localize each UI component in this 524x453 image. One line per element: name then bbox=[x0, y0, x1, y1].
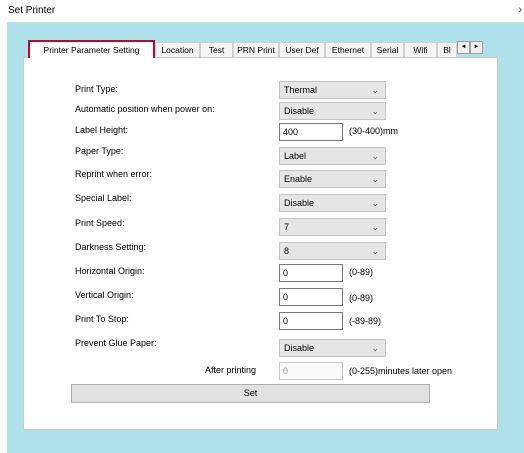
chevron-down-icon: ⌄ bbox=[371, 85, 379, 95]
vertical-origin-label: Vertical Origin: bbox=[75, 290, 134, 300]
chevron-down-icon: ⌄ bbox=[371, 222, 379, 232]
print-speed-label: Print Speed: bbox=[75, 218, 125, 228]
special-label-select[interactable]: Disable ⌄ bbox=[279, 194, 386, 212]
print-to-stop-range: (-89-89) bbox=[349, 316, 382, 326]
label-height-range: (30-400)mm bbox=[349, 126, 399, 136]
special-label-label: Special Label: bbox=[75, 193, 132, 203]
prevent-glue-select[interactable]: Disable ⌄ bbox=[279, 339, 386, 357]
window-title: Set Printer bbox=[8, 5, 56, 16]
vertical-origin-input[interactable]: 0 bbox=[279, 288, 343, 306]
tab-scroll-arrows: ◄ ► bbox=[457, 41, 483, 54]
close-icon[interactable]: › bbox=[518, 4, 522, 16]
darkness-select[interactable]: 8 ⌄ bbox=[279, 242, 386, 260]
auto-position-value: Disable bbox=[284, 106, 315, 116]
after-printing-range: (0-255)minutes later open bbox=[349, 366, 453, 376]
label-height-label: Label Height: bbox=[75, 125, 129, 135]
title-bar: Set Printer › bbox=[0, 0, 524, 22]
chevron-down-icon: ⌄ bbox=[371, 174, 379, 184]
chevron-down-icon: ⌄ bbox=[371, 151, 379, 161]
tab-strip: Printer Parameter Setting Location Test … bbox=[28, 40, 498, 58]
chevron-down-icon: ⌄ bbox=[371, 246, 379, 256]
print-type-label: Print Type: bbox=[75, 84, 118, 94]
print-to-stop-input[interactable]: 0 bbox=[279, 312, 343, 330]
prevent-glue-label: Prevent Glue Paper: bbox=[75, 338, 157, 348]
tab-prn-print[interactable]: PRN Print bbox=[233, 42, 279, 57]
tab-test[interactable]: Test bbox=[200, 42, 233, 57]
tab-serial[interactable]: Serial bbox=[371, 42, 404, 57]
tab-scroll-left-icon[interactable]: ◄ bbox=[457, 41, 470, 54]
after-printing-label: After printing bbox=[205, 365, 257, 375]
paper-type-value: Label bbox=[284, 151, 307, 161]
prevent-glue-value: Disable bbox=[284, 343, 315, 353]
chevron-down-icon: ⌄ bbox=[371, 343, 379, 353]
reprint-error-label: Reprint when error: bbox=[75, 169, 153, 179]
after-printing-input[interactable]: 0 bbox=[279, 362, 343, 380]
reprint-error-select[interactable]: Enable ⌄ bbox=[279, 170, 386, 188]
chevron-down-icon: ⌄ bbox=[371, 106, 379, 116]
tab-ethernet[interactable]: Ethernet bbox=[325, 42, 371, 57]
tab-bluetooth[interactable]: Bl bbox=[437, 42, 457, 57]
tab-scroll-right-icon[interactable]: ► bbox=[470, 41, 483, 54]
horizontal-origin-label: Horizontal Origin: bbox=[75, 266, 145, 276]
label-height-input[interactable]: 400 bbox=[279, 123, 343, 141]
paper-type-select[interactable]: Label ⌄ bbox=[279, 147, 386, 165]
print-speed-select[interactable]: 7 ⌄ bbox=[279, 218, 386, 236]
tab-user-def[interactable]: User Def bbox=[279, 42, 325, 57]
auto-position-select[interactable]: Disable ⌄ bbox=[279, 102, 386, 120]
auto-position-label: Automatic position when power on: bbox=[75, 104, 215, 114]
tab-printer-parameter-setting[interactable]: Printer Parameter Setting bbox=[28, 40, 155, 58]
tab-location[interactable]: Location bbox=[155, 42, 200, 57]
chevron-down-icon: ⌄ bbox=[371, 198, 379, 208]
print-type-value: Thermal bbox=[284, 85, 318, 95]
paper-type-label: Paper Type: bbox=[75, 146, 124, 156]
horizontal-origin-input[interactable]: 0 bbox=[279, 264, 343, 282]
reprint-error-value: Enable bbox=[284, 174, 313, 184]
horizontal-origin-range: (0-89) bbox=[349, 267, 374, 277]
vertical-origin-range: (0-89) bbox=[349, 293, 374, 303]
print-type-select[interactable]: Thermal ⌄ bbox=[279, 81, 386, 99]
tab-wifi[interactable]: Wifi bbox=[404, 42, 437, 57]
set-button[interactable]: Set bbox=[71, 384, 430, 403]
special-label-value: Disable bbox=[284, 198, 315, 208]
print-to-stop-label: Print To Stop: bbox=[75, 314, 129, 324]
print-speed-value: 7 bbox=[284, 222, 290, 232]
darkness-label: Darkness Setting: bbox=[75, 242, 147, 252]
darkness-value: 8 bbox=[284, 246, 290, 256]
